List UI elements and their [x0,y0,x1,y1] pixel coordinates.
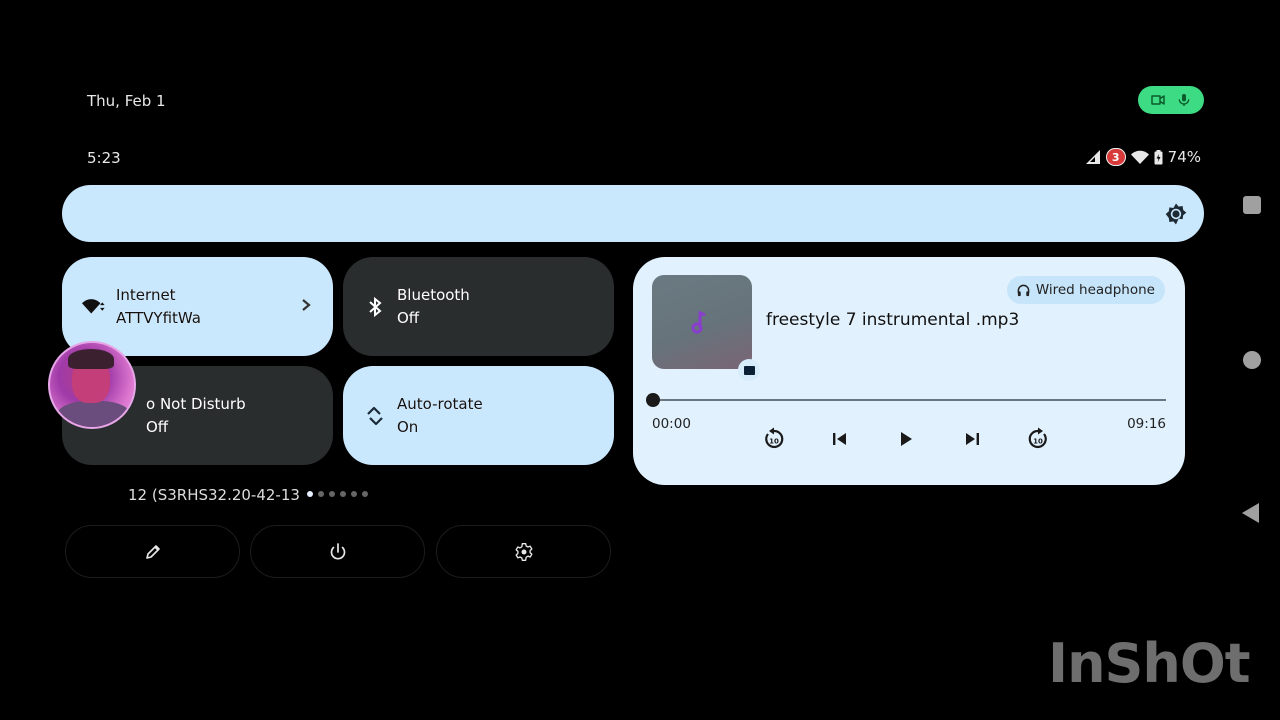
page-dot [340,491,346,497]
replay-10-icon: 10 [765,427,784,449]
play-button[interactable] [893,426,919,452]
tile-dnd-state: Off [146,417,169,436]
recents-button[interactable] [1243,196,1261,214]
settings-button[interactable] [436,525,611,578]
skip-previous-icon [833,433,846,445]
skip-next-icon [966,433,979,445]
music-note-icon [691,310,706,334]
brightness-icon [1165,203,1187,225]
skip-next-button[interactable] [959,426,985,452]
pencil-icon [145,544,160,559]
camera-icon [1151,95,1165,105]
forward-10-icon: 10 [1028,427,1047,449]
privacy-indicator-chip[interactable] [1138,86,1204,114]
wifi-icon [82,295,106,319]
skip-previous-button[interactable] [827,426,853,452]
page-dot [329,491,335,497]
tile-dnd-label: o Not Disturb [146,394,246,413]
forward-seconds: 10 [1033,438,1043,446]
avatar-body [56,401,132,427]
battery-percentage: 74% [1167,148,1201,166]
bluetooth-icon [363,295,387,319]
elapsed-time: 00:00 [652,416,691,432]
tile-bluetooth[interactable]: Bluetooth Off [343,257,614,356]
seek-thumb[interactable] [646,393,660,407]
tile-internet[interactable]: Internet ATTVYfitWa [62,257,333,356]
notification-count-badge: 3 [1105,148,1126,166]
power-icon [330,542,345,559]
tile-auto-rotate[interactable]: Auto-rotate On [343,366,614,465]
media-player-card[interactable]: freestyle 7 instrumental .mp3 Wired head… [633,257,1185,485]
back-button[interactable] [1242,503,1259,523]
app-badge-icon [738,359,760,381]
build-number[interactable]: 12 (S3RHS32.20-42-13 [128,486,300,504]
brightness-slider[interactable] [62,185,1204,242]
output-device-chip[interactable]: Wired headphone [1006,276,1165,304]
album-art [652,275,760,381]
tile-auto-rotate-state: On [397,417,419,436]
tile-auto-rotate-label: Auto-rotate [397,394,483,413]
gear-icon [515,542,532,561]
song-title: freestyle 7 instrumental .mp3 [766,310,1020,330]
tile-internet-state: ATTVYfitWa [116,308,201,327]
page-dot [351,491,357,497]
replay-10-button[interactable]: 10 [761,426,787,452]
home-button[interactable] [1243,351,1261,369]
replay-seconds: 10 [769,438,779,446]
output-device-label: Wired headphone [1035,282,1155,298]
cellular-signal-icon [1085,150,1100,164]
edit-button[interactable] [65,525,240,578]
media-controls: 10 10 [761,424,1051,454]
camera-overlay-avatar[interactable] [48,341,136,429]
battery-charging-icon [1154,149,1163,164]
total-duration: 09:16 [1127,416,1166,432]
seek-bar[interactable] [646,393,1166,407]
page-dot [318,491,324,497]
tile-bluetooth-state: Off [397,308,420,327]
wifi-icon [1130,150,1149,164]
page-dot-active [307,491,313,497]
microphone-icon [1178,94,1190,106]
clock[interactable]: 5:23 [87,149,121,167]
power-button[interactable] [250,525,425,578]
status-bar: 3 74% [1085,148,1201,166]
date-label: Thu, Feb 1 [87,92,166,110]
inshot-watermark: InShOt [1048,632,1251,695]
chevron-right-icon[interactable] [299,295,313,315]
avatar-hair [68,349,114,369]
play-icon [901,432,912,446]
forward-10-button[interactable]: 10 [1025,426,1051,452]
page-indicator [307,491,368,497]
headphones-icon [1017,284,1030,296]
rotate-icon [363,404,387,428]
page-dot [362,491,368,497]
tile-internet-label: Internet [116,285,176,304]
tile-bluetooth-label: Bluetooth [397,285,470,304]
